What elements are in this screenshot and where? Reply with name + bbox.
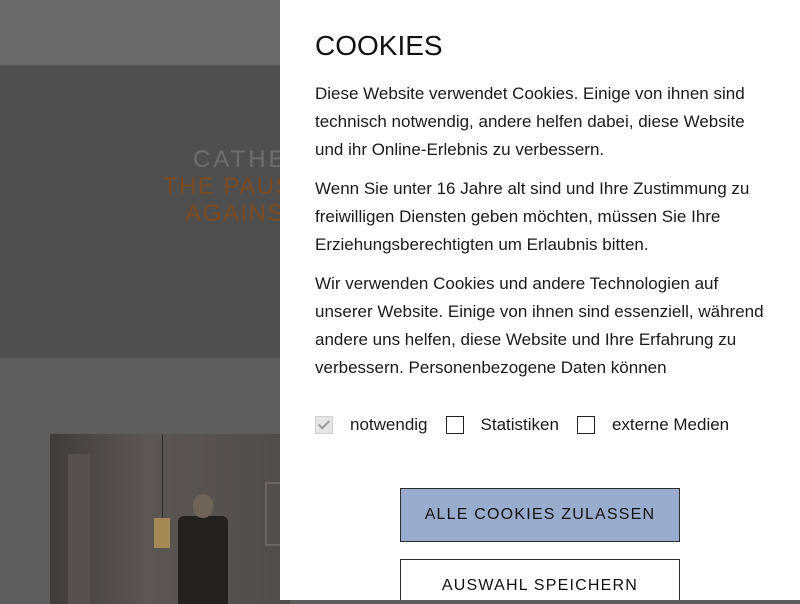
photo-person-body <box>178 516 228 604</box>
accept-all-cookies-button[interactable]: ALLE COOKIES ZULASSEN <box>400 488 680 542</box>
external-media-checkbox[interactable] <box>576 416 595 434</box>
option-statistics[interactable]: Statistiken <box>445 415 559 435</box>
cookie-paragraph-1: Diese Website verwendet Cookies. Einige … <box>315 84 745 159</box>
cookie-paragraph-2: Wenn Sie unter 16 Jahre alt sind und Ihr… <box>315 179 750 254</box>
cookie-consent-panel: COOKIES Diese Website verwendet Cookies.… <box>280 0 800 600</box>
photo-lamp-cord <box>162 434 163 518</box>
external-media-label[interactable]: externe Medien <box>612 415 729 435</box>
photo-lamp <box>154 518 170 548</box>
photo-person-head <box>193 494 213 518</box>
option-external-media[interactable]: externe Medien <box>576 415 729 435</box>
necessary-label: notwendig <box>350 415 428 434</box>
necessary-checkbox <box>315 416 333 434</box>
photo-pillar <box>68 454 90 604</box>
statistics-checkbox[interactable] <box>445 416 464 434</box>
statistics-label[interactable]: Statistiken <box>481 415 559 435</box>
cookie-title: COOKIES <box>315 30 443 61</box>
option-necessary: notwendig <box>315 415 428 435</box>
exhibition-photo[interactable] <box>50 434 290 604</box>
cookie-options: notwendig Statistiken externe Medien <box>315 412 785 438</box>
cookie-paragraph-3: Wir verwenden Cookies und andere Technol… <box>315 274 764 377</box>
save-selection-button[interactable]: AUSWAHL SPEICHERN <box>400 559 680 600</box>
cookie-description[interactable]: Diese Website verwendet Cookies. Einige … <box>315 80 775 380</box>
